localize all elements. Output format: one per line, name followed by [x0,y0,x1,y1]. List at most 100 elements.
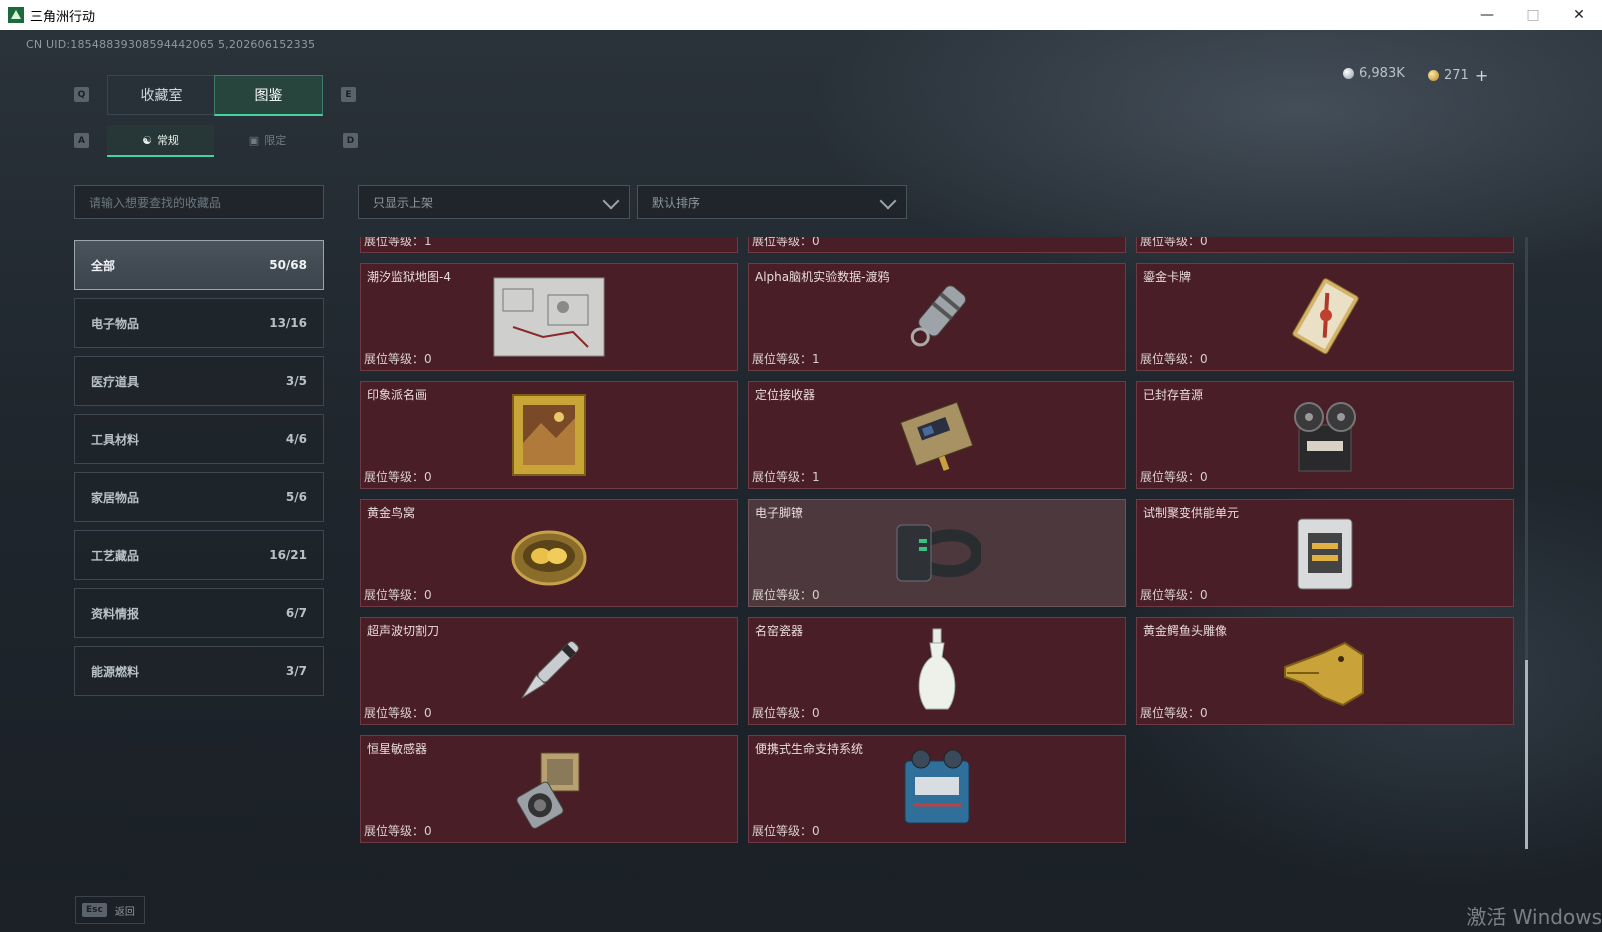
category-tools[interactable]: 工具材料 4/6 [74,414,324,464]
item-level: 展位等级：0 [1140,588,1208,602]
app-logo-icon [8,7,24,23]
item-card[interactable]: 展位等级：1 [360,237,738,253]
category-label: 电子物品 [91,316,140,331]
category-energy[interactable]: 能源燃料 3/7 [74,646,324,696]
gilded-card-icon [1292,278,1359,355]
item-card[interactable]: Alpha脑机实验数据-渡鸦 展位等级：1 [748,263,1126,371]
item-level: 展位等级：0 [364,352,432,366]
receiver-icon [899,401,974,471]
item-card[interactable]: 展位等级：0 [1136,237,1514,253]
key-hint-d: D [343,133,358,148]
gold-crocodile-icon [1284,641,1364,707]
item-level: 展位等级：0 [1140,352,1208,366]
map-icon [493,277,605,357]
sort-value: 默认排序 [652,195,701,210]
item-level: 展位等级：1 [752,352,820,366]
collection-grid: 展位等级：1 展位等级：0 展位等级：0 潮汐监狱地图-4 展位等级：0 Alp… [360,237,1515,849]
item-card[interactable]: 便携式生命支持系统 展位等级：0 [748,735,1126,843]
category-count: 3/5 [285,374,307,388]
item-card[interactable]: 定位接收器 展位等级：1 [748,381,1126,489]
item-name: 电子脚镣 [755,506,804,520]
category-medical[interactable]: 医疗道具 3/5 [74,356,324,406]
item-card[interactable]: 鎏金卡牌 展位等级：0 [1136,263,1514,371]
item-name: 已封存音源 [1143,388,1204,402]
item-card[interactable]: 恒星敏感器 展位等级：0 [360,735,738,843]
item-name: 黄金鳄鱼头雕像 [1143,624,1228,638]
category-label: 医疗道具 [91,374,140,389]
silver-amount: 6,983K [1359,66,1405,81]
grid-scrollbar-thumb[interactable] [1525,660,1528,849]
porcelain-vase-icon [918,628,956,710]
silver-currency: 6,983K [1343,66,1405,81]
window-controls: — □ ✕ [1464,0,1602,30]
add-currency-icon[interactable]: + [1475,66,1488,85]
windows-activation-watermark: 激活 Windows [1466,905,1602,929]
category-label: 能源燃料 [91,664,140,679]
category-crafts[interactable]: 工艺藏品 16/21 [74,530,324,580]
gold-currency[interactable]: 271 + [1428,66,1488,85]
category-count: 3/7 [285,664,307,678]
item-level: 展位等级：0 [752,237,820,248]
item-card[interactable]: 名窑瓷器 展位等级：0 [748,617,1126,725]
item-card[interactable]: 已封存音源 展位等级：0 [1136,381,1514,489]
item-card-selected[interactable]: 电子脚镣 展位等级：0 [748,499,1126,607]
gold-amount: 271 [1444,68,1469,83]
window-title: 三角洲行动 [30,9,96,25]
item-name: 便携式生命支持系统 [755,742,864,756]
category-intel[interactable]: 资料情报 6/7 [74,588,324,638]
item-level: 展位等级：1 [752,470,820,484]
tab-collection-room[interactable]: 收藏室 [107,75,216,115]
item-card[interactable]: 展位等级：0 [748,237,1126,253]
esc-key-hint: Esc [82,903,107,917]
silver-coin-icon [1343,68,1354,79]
item-level: 展位等级：0 [1140,706,1208,720]
item-level: 展位等级：0 [1140,237,1208,248]
fusion-unit-icon [1297,518,1353,590]
key-hint-q: Q [74,87,89,102]
shelf-filter-value: 只显示上架 [373,195,434,210]
category-count: 16/21 [269,548,307,562]
category-label: 全部 [91,258,116,273]
sort-dropdown[interactable]: 默认排序 [637,185,907,219]
tab-catalog[interactable]: 图鉴 [214,75,323,116]
item-level: 展位等级：0 [752,588,820,602]
category-count: 5/6 [285,490,307,504]
category-label: 工具材料 [91,432,140,447]
item-card[interactable]: 超声波切割刀 展位等级：0 [360,617,738,725]
item-name: 潮汐监狱地图-4 [367,270,451,284]
item-level: 展位等级：0 [364,824,432,838]
image-icon: ▣ [248,133,260,147]
subtab-regular[interactable]: ☯ 常规 [107,125,214,157]
item-level: 展位等级：0 [1140,470,1208,484]
item-card[interactable]: 试制聚变供能单元 展位等级：0 [1136,499,1514,607]
item-card[interactable]: 黄金鸟窝 展位等级：0 [360,499,738,607]
item-card[interactable]: 印象派名画 展位等级：0 [360,381,738,489]
item-name: 名窑瓷器 [755,624,804,638]
search-input[interactable]: 请输入想要查找的收藏品 [74,185,324,219]
star-sensor-icon [516,752,580,829]
chevron-down-icon [602,192,620,210]
item-name: 超声波切割刀 [367,624,440,638]
item-card[interactable]: 潮汐监狱地图-4 展位等级：0 [360,263,738,371]
item-level: 展位等级：0 [752,706,820,720]
close-icon[interactable]: ✕ [1556,0,1602,30]
data-canister-icon [910,285,967,347]
category-household[interactable]: 家居物品 5/6 [74,472,324,522]
minimize-icon[interactable]: — [1464,0,1510,30]
key-hint-e: E [341,87,356,102]
footer-bar [0,884,1602,932]
ultrasonic-knife-icon [521,641,579,699]
shelf-filter-dropdown[interactable]: 只显示上架 [358,185,630,219]
item-card[interactable]: 黄金鳄鱼头雕像 展位等级：0 [1136,617,1514,725]
item-level: 展位等级：0 [364,706,432,720]
category-label: 资料情报 [91,606,140,621]
golden-nest-icon [511,530,587,586]
subtab-limited[interactable]: ▣ 限定 [214,125,321,155]
item-level: 展位等级：0 [364,588,432,602]
item-name: 鎏金卡牌 [1143,270,1192,284]
item-name: 试制聚变供能单元 [1143,506,1240,520]
category-all[interactable]: 全部 50/68 [74,240,324,290]
back-button[interactable]: Esc 返回 [75,896,145,924]
category-electronics[interactable]: 电子物品 13/16 [74,298,324,348]
maximize-icon[interactable]: □ [1510,0,1556,30]
